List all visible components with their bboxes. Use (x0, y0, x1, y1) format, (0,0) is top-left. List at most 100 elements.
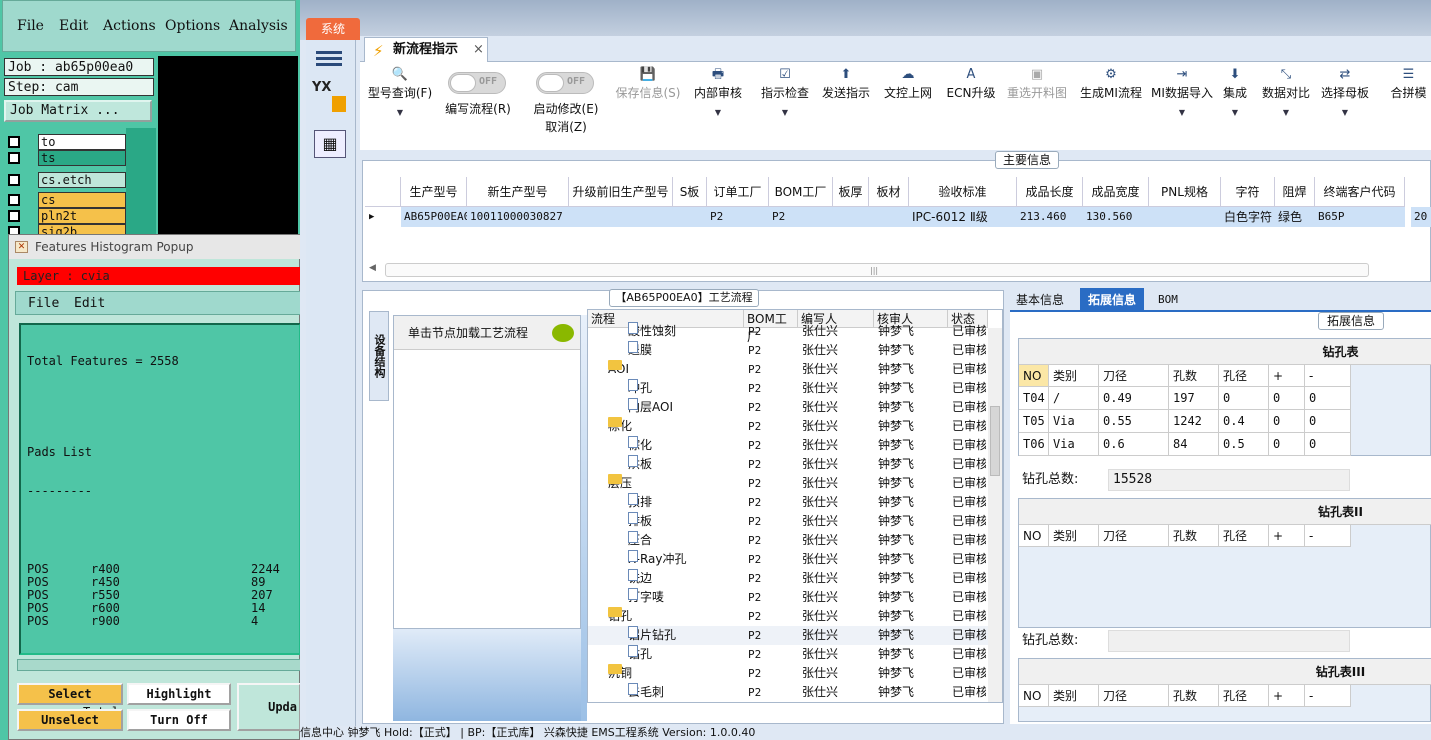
toolbar-button-2[interactable]: 🖶 内部审核 ▼ (690, 66, 746, 146)
drill-cell[interactable]: 84 (1169, 433, 1219, 456)
grid-cell[interactable] (1149, 207, 1221, 227)
tree-node[interactable]: 打字唛 (628, 588, 664, 607)
tree-row[interactable]: 冲孔 P2 张仕兴 钟梦飞 已审核 (588, 379, 988, 398)
grid-header[interactable]: 板厚 (833, 177, 869, 207)
drill-cell[interactable]: Via (1049, 410, 1099, 433)
tree-vscroll-thumb[interactable] (990, 406, 1000, 476)
job-matrix-button[interactable]: Job Matrix ... (4, 100, 152, 122)
grid-header[interactable]: 成品宽度 (1083, 177, 1149, 207)
tree-row[interactable]: 内层AOI P2 张仕兴 钟梦飞 已审核 (588, 398, 988, 417)
grid-cell[interactable]: 10011000030827 (467, 207, 569, 227)
menu-options[interactable]: Options (165, 18, 220, 34)
drill-header[interactable]: 刀径 (1099, 365, 1169, 387)
drill-header[interactable]: 孔数 (1169, 685, 1219, 707)
drill-header[interactable]: + (1269, 525, 1305, 547)
drill-header[interactable]: 刀径 (1099, 525, 1169, 547)
tree-row[interactable]: ⊟棕化 P2 张仕兴 钟梦飞 已审核 (588, 417, 988, 436)
tree-row[interactable]: ⊟沉铜 P2 张仕兴 钟梦飞 已审核 (588, 664, 988, 683)
tree-node[interactable]: 铝片钻孔 (628, 626, 676, 645)
row-indicator-icon[interactable]: ▶ (365, 207, 401, 227)
tree-row[interactable]: 钻孔 P2 张仕兴 钟梦飞 已审核 (588, 645, 988, 664)
tree-row[interactable]: 棕化 P2 张仕兴 钟梦飞 已审核 (588, 436, 988, 455)
grid-header[interactable]: 订单工厂 (707, 177, 769, 207)
grid-cell[interactable]: 130.560 (1083, 207, 1149, 227)
tree-node[interactable]: X-Ray冲孔 (628, 550, 686, 569)
graphic-area[interactable] (158, 56, 298, 236)
drill-cell[interactable]: 0 (1269, 433, 1305, 456)
drill-cell[interactable]: / (1049, 387, 1099, 410)
drill-header[interactable]: 孔数 (1169, 365, 1219, 387)
tree-node[interactable]: ⊟沉铜 (608, 664, 632, 683)
popup-menu-edit[interactable]: Edit (74, 296, 105, 311)
tree-node[interactable]: 铣边 (628, 569, 652, 588)
dropdown-arrow-icon[interactable]: ▼ (1212, 108, 1258, 117)
tab-new-process[interactable]: ⚡ 新流程指示 × (364, 37, 488, 62)
drill-header[interactable]: 类别 (1049, 525, 1099, 547)
unselect-button[interactable]: Unselect (17, 709, 123, 731)
grid-cell[interactable]: 白色字符 (1221, 207, 1275, 227)
menu-analysis[interactable]: Analysis (229, 18, 288, 34)
drill-cell[interactable]: 0 (1305, 410, 1351, 433)
drill-header[interactable]: 孔径 (1219, 685, 1269, 707)
grid-header[interactable]: 字符 (1221, 177, 1275, 207)
tree-row[interactable]: 排板 P2 张仕兴 钟梦飞 已审核 (588, 512, 988, 531)
menu-file[interactable]: File (17, 18, 44, 34)
menu-edit[interactable]: Edit (59, 18, 88, 34)
layer-checkbox[interactable] (8, 194, 20, 206)
tree-node[interactable]: 去毛刺 (628, 683, 664, 702)
tree-row[interactable]: ⊟钻孔 P2 张仕兴 钟梦飞 已审核 (588, 607, 988, 626)
dropdown-arrow-icon[interactable]: ▼ (1150, 108, 1214, 117)
layer-checkbox[interactable] (8, 174, 20, 186)
layer-row[interactable]: ts (8, 150, 126, 166)
grid-cell[interactable]: B65P (1315, 207, 1405, 227)
drill-cell[interactable]: 0.49 (1099, 387, 1169, 410)
tree-node[interactable]: 内层AOI (628, 398, 673, 417)
grid-cell[interactable]: P2 (707, 207, 769, 227)
drill-header[interactable]: - (1305, 525, 1351, 547)
scroll-left-icon[interactable]: ◀ (369, 263, 376, 273)
update-button[interactable]: Upda (237, 683, 300, 731)
grid-header[interactable]: 板材 (869, 177, 909, 207)
grid-header[interactable]: S板 (673, 177, 707, 207)
tree-row[interactable]: ⊟层压 P2 张仕兴 钟梦飞 已审核 (588, 474, 988, 493)
drill-cell[interactable]: T04 (1019, 387, 1049, 410)
toolbar-button-0[interactable]: 🔍 型号查询(F) ▼ (362, 66, 438, 146)
tab-basic-info[interactable]: 基本信息 (1016, 291, 1064, 309)
tree-node[interactable]: 退膜 (628, 341, 652, 360)
grid-header[interactable]: 新生产型号 (467, 177, 569, 207)
menu-actions[interactable]: Actions (103, 18, 156, 34)
layer-checkbox[interactable] (8, 136, 20, 148)
close-icon[interactable]: × (473, 38, 484, 61)
drill-cell[interactable]: 1242 (1169, 410, 1219, 433)
drill-cell[interactable]: 0.55 (1099, 410, 1169, 433)
toolbar-button-6[interactable]: A ECN升级 (944, 66, 998, 146)
drill-header[interactable]: NO (1019, 365, 1049, 387)
drill-cell[interactable]: Via (1049, 433, 1099, 456)
tree-node[interactable]: 排板 (628, 512, 652, 531)
yx-logo-icon[interactable]: YX (312, 80, 350, 114)
turn-off-button[interactable]: Turn Off (127, 709, 231, 731)
layer-row[interactable]: cs.etch (8, 172, 126, 188)
layer-scroll[interactable] (126, 128, 156, 236)
toolbar-button-1[interactable]: 💾 保存信息(S) (610, 66, 686, 146)
tree-node[interactable]: 压合 (628, 531, 652, 550)
drill-header[interactable]: 刀径 (1099, 685, 1169, 707)
drill-header[interactable]: 孔径 (1219, 365, 1269, 387)
toolbar-button-12[interactable]: ⇄ 选择母板 ▼ (1310, 66, 1380, 146)
drill-header[interactable]: 孔数 (1169, 525, 1219, 547)
tree-row[interactable]: 去毛刺 P2 张仕兴 钟梦飞 已审核 (588, 683, 988, 702)
drill-cell[interactable]: 0 (1305, 433, 1351, 456)
grid-header[interactable]: 升级前旧生产型号 (569, 177, 673, 207)
tree-row[interactable]: ⊟AOI P2 张仕兴 钟梦飞 已审核 (588, 360, 988, 379)
main-grid-hscroll[interactable]: ||| (385, 263, 1369, 277)
grid-cell[interactable] (569, 207, 673, 227)
layer-checkbox[interactable] (8, 152, 20, 164)
drill-header[interactable]: - (1305, 685, 1351, 707)
toggle-switch-0[interactable]: OFF (448, 72, 506, 94)
tree-row[interactable]: 退膜 P2 张仕兴 钟梦飞 已审核 (588, 341, 988, 360)
toolbar-button-4[interactable]: ⬆ 发送指示 (818, 66, 874, 146)
layer-row[interactable]: pln2t (8, 208, 126, 224)
drill-header[interactable]: - (1305, 365, 1351, 387)
tab-ext-info[interactable]: 拓展信息 (1080, 288, 1145, 312)
tree-vscroll[interactable] (988, 328, 1002, 702)
